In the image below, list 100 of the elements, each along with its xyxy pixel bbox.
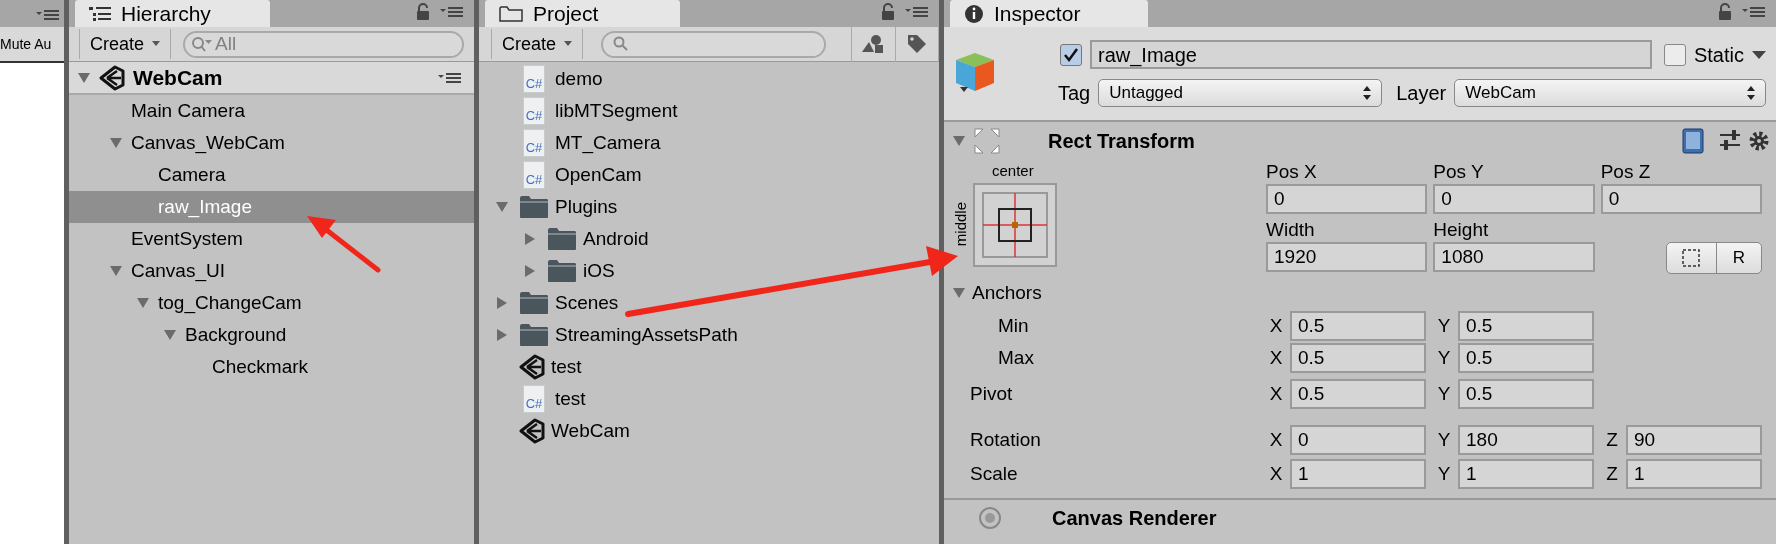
object-name-field[interactable]: raw_Image	[1090, 40, 1652, 69]
project-item[interactable]: Scenes	[555, 288, 619, 318]
search-icon	[613, 36, 630, 52]
hierarchy-item[interactable]: Background	[69, 319, 474, 351]
expand-arrow-icon[interactable]	[495, 200, 509, 214]
expand-arrow-icon[interactable]	[952, 286, 966, 300]
project-item[interactable]: test	[551, 352, 582, 382]
axis-label: Z	[1605, 461, 1619, 486]
expand-arrow-icon[interactable]	[136, 296, 150, 310]
property-label: Scale	[969, 461, 1019, 486]
active-checkbox[interactable]	[1060, 43, 1082, 66]
folder-icon	[519, 291, 549, 315]
number-field[interactable]: 180	[1458, 425, 1594, 455]
component-title[interactable]: Rect Transform	[1048, 126, 1676, 156]
unity-logo-icon	[519, 354, 545, 380]
menu-icon[interactable]	[440, 6, 464, 18]
script-file-icon: C#	[523, 385, 545, 413]
lock-icon[interactable]	[881, 3, 895, 21]
anchors-label[interactable]: Anchors	[972, 278, 1042, 308]
project-item[interactable]: MT_Camera	[555, 128, 661, 158]
number-field[interactable]: 0	[1266, 184, 1428, 214]
hierarchy-item[interactable]: Checkmark	[69, 351, 474, 383]
project-item[interactable]: iOS	[583, 256, 615, 286]
script-file-icon: C#	[523, 97, 545, 125]
static-checkbox[interactable]	[1663, 43, 1686, 66]
expand-arrow-icon[interactable]	[952, 134, 966, 148]
project-item[interactable]: demo	[555, 64, 603, 94]
panel-tab[interactable]: Hierarchy	[75, 0, 270, 27]
checkmark-icon	[1063, 46, 1079, 63]
axis-label: Y	[1436, 313, 1452, 338]
tag-label: Tag	[1058, 80, 1091, 106]
filter-by-label-button[interactable]	[895, 26, 939, 62]
panel-tab[interactable]: Project	[485, 0, 680, 27]
expand-arrow-icon[interactable]	[163, 328, 177, 342]
sliders-icon[interactable]	[1718, 130, 1742, 152]
expand-arrow-icon[interactable]	[523, 264, 537, 278]
property-label: Min	[997, 313, 1030, 338]
hierarchy-item[interactable]: Main Camera	[69, 95, 474, 127]
number-field[interactable]: 90	[1626, 425, 1762, 455]
hierarchy-item[interactable]: Camera	[69, 159, 474, 191]
layer-dropdown[interactable]: WebCam	[1454, 78, 1766, 107]
updown-arrows-icon	[1747, 85, 1755, 100]
number-field[interactable]: 0.5	[1290, 311, 1426, 341]
number-field[interactable]: 0.5	[1458, 343, 1594, 373]
menu-icon[interactable]	[905, 6, 929, 18]
number-field[interactable]: 1920	[1266, 242, 1428, 272]
hierarchy-item[interactable]: Canvas_WebCam	[69, 127, 474, 159]
info-icon	[964, 3, 984, 24]
expand-arrow-icon[interactable]	[495, 296, 509, 310]
anchor-preset-button[interactable]	[972, 182, 1057, 267]
axis-label: X	[1268, 461, 1284, 486]
project-item[interactable]: libMTSegment	[555, 96, 678, 126]
number-field[interactable]: 0.5	[1290, 343, 1426, 373]
expand-arrow-icon[interactable]	[495, 328, 509, 342]
project-item[interactable]: WebCam	[551, 416, 630, 446]
panel-tab[interactable]: Inspector	[950, 0, 1148, 27]
list-icon	[89, 5, 111, 22]
number-field[interactable]: 0.5	[1290, 379, 1426, 409]
project-item[interactable]: Android	[583, 224, 649, 254]
expand-arrow-icon[interactable]	[523, 232, 537, 246]
number-field[interactable]: 0.5	[1458, 379, 1594, 409]
number-field[interactable]: 1	[1458, 459, 1594, 489]
number-field[interactable]: 0.5	[1458, 311, 1594, 341]
create-button[interactable]: Create	[79, 29, 172, 59]
expand-arrow-icon[interactable]	[77, 70, 91, 85]
project-item[interactable]: test	[555, 384, 586, 414]
menu-icon[interactable]	[438, 71, 462, 84]
help-book-icon[interactable]	[1682, 128, 1704, 154]
property-label: Max	[997, 345, 1035, 370]
dropdown-arrow-icon[interactable]	[1752, 49, 1766, 60]
hierarchy-item[interactable]: tog_ChangeCam	[69, 287, 474, 319]
lock-icon[interactable]	[1718, 3, 1732, 21]
axis-label: Y	[1436, 461, 1452, 486]
unity-logo-icon	[519, 418, 545, 444]
expand-arrow-icon[interactable]	[109, 264, 123, 278]
hierarchy-item[interactable]: Canvas_UI	[69, 255, 474, 287]
create-button[interactable]: Create	[491, 29, 584, 59]
number-field[interactable]: 0	[1290, 425, 1426, 455]
menu-icon[interactable]	[36, 9, 60, 21]
gear-icon[interactable]	[1748, 130, 1770, 152]
number-field[interactable]: 1	[1626, 459, 1762, 489]
project-item[interactable]: OpenCam	[555, 160, 642, 190]
number-field[interactable]: 0	[1433, 184, 1595, 214]
hierarchy-item[interactable]: EventSystem	[69, 223, 474, 255]
tag-icon	[906, 33, 928, 55]
expand-arrow-icon[interactable]	[109, 136, 123, 150]
lock-icon[interactable]	[416, 3, 430, 21]
axis-label: Y	[1436, 427, 1452, 452]
component-title[interactable]: Canvas Renderer	[1052, 506, 1217, 530]
number-field[interactable]: 0	[1600, 184, 1762, 214]
tag-dropdown[interactable]: Untagged	[1098, 78, 1383, 107]
project-item[interactable]: StreamingAssetsPath	[555, 320, 738, 350]
property-label: Pivot	[969, 381, 1014, 406]
number-field[interactable]: 1	[1290, 459, 1426, 489]
number-field[interactable]: 1080	[1433, 242, 1595, 272]
project-item[interactable]: Plugins	[555, 192, 618, 222]
search-field[interactable]	[601, 30, 827, 58]
axis-label: Y	[1436, 345, 1452, 370]
unity-logo-icon	[99, 64, 125, 91]
menu-icon[interactable]	[1742, 6, 1766, 18]
